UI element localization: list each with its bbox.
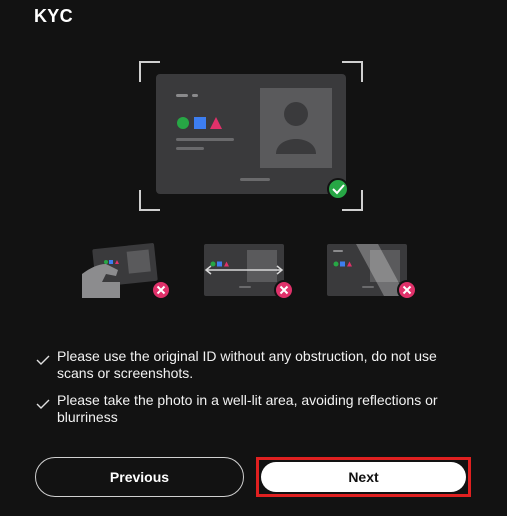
next-button-highlight: Next xyxy=(256,457,471,497)
guidelines-list: Please use the original ID without any o… xyxy=(36,348,476,436)
list-item: Please take the photo in a well-lit area… xyxy=(36,392,476,426)
page-title: KYC xyxy=(34,6,73,26)
check-icon xyxy=(36,355,50,365)
guideline-text: Please take the photo in a well-lit area… xyxy=(57,392,438,425)
card-stretched-illustration xyxy=(204,244,294,300)
guideline-text: Please use the original ID without any o… xyxy=(57,348,437,381)
previous-button[interactable]: Previous xyxy=(35,457,244,497)
check-icon xyxy=(36,399,50,409)
next-button[interactable]: Next xyxy=(261,462,466,492)
card-glare-illustration xyxy=(327,244,417,300)
list-item: Please use the original ID without any o… xyxy=(36,348,476,382)
card-held-in-hand-illustration xyxy=(82,243,171,300)
id-card-check-illustration xyxy=(139,61,363,211)
